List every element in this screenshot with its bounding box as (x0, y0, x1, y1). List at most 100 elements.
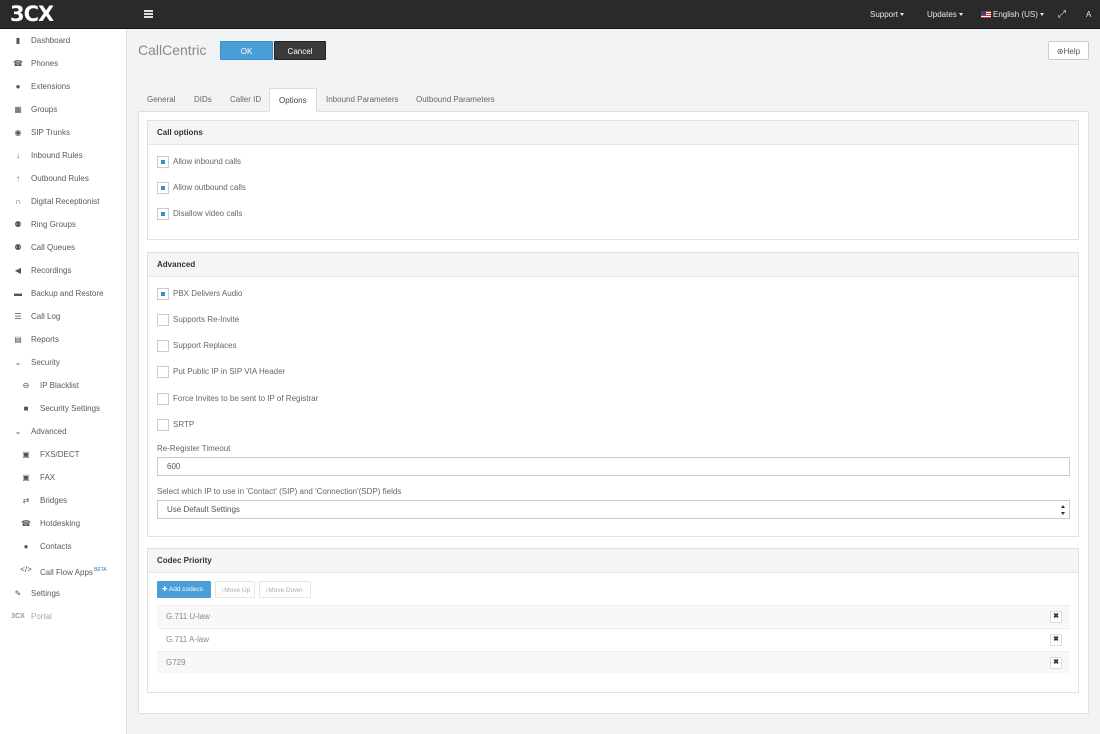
tab-dids[interactable]: DIDs (185, 88, 221, 112)
call-options-panel: Call options Allow inbound calls Allow o… (147, 120, 1079, 240)
tab-inbound-parameters[interactable]: Inbound Parameters (317, 88, 408, 112)
user-icon: ● (23, 542, 29, 551)
sidebar-item-call-queues[interactable]: ⚉ Call Queues (0, 237, 127, 259)
sidebar-item-digital-receptionist[interactable]: ∩ Digital Receptionist (0, 191, 127, 213)
ip-select-dropdown[interactable]: Use Default Settings (157, 500, 1070, 519)
sidebar-item-phones[interactable]: ☎ Phones (0, 53, 127, 75)
sidebar-item-security[interactable]: ⌄ Security (0, 352, 127, 374)
hamburger-menu-icon[interactable] (144, 10, 153, 18)
tab-caller-id[interactable]: Caller ID (221, 88, 270, 112)
tab-options[interactable]: Options (269, 88, 317, 112)
sidebar-item-outbound-rules[interactable]: ↑ Outbound Rules (0, 168, 127, 190)
reregister-timeout-label: Re-Register Timeout (157, 444, 231, 453)
checkbox[interactable] (157, 366, 169, 378)
users-icon: ⚉ (14, 243, 22, 252)
call-options-title: Call options (148, 121, 1078, 145)
headset-icon: ∩ (15, 197, 21, 206)
sidebar-item-contacts[interactable]: ● Contacts (0, 536, 127, 558)
checkbox[interactable] (157, 182, 169, 194)
user-menu[interactable]: A (1086, 10, 1091, 19)
caret-down-icon (1039, 13, 1044, 17)
cancel-button[interactable]: Cancel (274, 41, 326, 60)
language-menu[interactable]: English (US) (981, 10, 1044, 19)
delete-icon[interactable]: ✖ (1050, 657, 1062, 669)
move-down-button[interactable]: ↕Move Down (259, 581, 311, 598)
sidebar: ▮ Dashboard ☎ Phones ● Extensions ▦ Groups ◉… (0, 29, 127, 734)
delete-icon[interactable]: ✖ (1050, 611, 1062, 623)
sidebar-item-portal[interactable]: 3CX Portal (0, 606, 127, 628)
support-menu[interactable]: Support (870, 10, 905, 19)
delete-icon[interactable]: ✖ (1050, 634, 1062, 646)
move-up-button[interactable]: ↕Move Up (215, 581, 255, 598)
top-navbar: 3CX Support Updates English (US) ⤢ A (0, 0, 1100, 29)
checkbox[interactable] (157, 393, 169, 405)
sidebar-item-hotdesking[interactable]: ☎ Hotdesking (0, 513, 127, 535)
caret-down-icon (958, 13, 963, 17)
fax-icon: ▣ (22, 473, 30, 482)
help-icon: ⊛ (1056, 47, 1064, 56)
checkbox[interactable] (157, 288, 169, 300)
sidebar-item-ip-blacklist[interactable]: ⊖ IP Blacklist (0, 375, 127, 397)
advanced-title: Advanced (148, 253, 1078, 277)
folder-icon: ▬ (14, 289, 22, 298)
page-title: CallCentric (138, 42, 207, 58)
codec-row[interactable]: G.711 U-law ✖ (157, 605, 1070, 627)
codec-priority-title: Codec Priority (148, 549, 1078, 573)
fax-icon: ▣ (22, 450, 30, 459)
fullscreen-icon[interactable]: ⤢ (1058, 9, 1066, 20)
checkbox[interactable] (157, 208, 169, 220)
sidebar-item-bridges[interactable]: ⇄ Bridges (0, 490, 127, 512)
tab-general[interactable]: General (138, 88, 184, 112)
tab-outbound-parameters[interactable]: Outbound Parameters (407, 88, 504, 112)
sidebar-item-recordings[interactable]: ◀ Recordings (0, 260, 127, 282)
checkbox[interactable] (157, 314, 169, 326)
phone-icon: ☎ (13, 59, 23, 68)
sidebar-item-security-settings[interactable]: ■ Security Settings (0, 398, 127, 420)
advanced-panel: Advanced PBX Delivers Audio Supports Re-… (147, 252, 1079, 537)
caret-down-icon (900, 13, 905, 17)
sidebar-item-extensions[interactable]: ● Extensions (0, 76, 127, 98)
bar-chart-icon: ▮ (15, 36, 21, 45)
checkbox[interactable] (157, 340, 169, 352)
lock-icon: ■ (23, 404, 29, 413)
help-button[interactable]: ⊛Help (1048, 41, 1089, 60)
speaker-icon: ◀ (14, 266, 22, 275)
reregister-timeout-input[interactable]: 600 (157, 457, 1070, 476)
chevron-down-icon: ⌄ (14, 427, 22, 436)
updates-menu[interactable]: Updates (927, 10, 963, 19)
document-icon: ▤ (14, 335, 22, 344)
codec-row[interactable]: G.711 A-law ✖ (157, 628, 1070, 650)
sidebar-item-backup-and-restore[interactable]: ▬ Backup and Restore (0, 283, 127, 305)
globe-icon: ◉ (14, 128, 22, 137)
minus-circle-icon: ⊖ (22, 381, 30, 390)
sidebar-item-dashboard[interactable]: ▮ Dashboard (0, 30, 127, 52)
sidebar-item-reports[interactable]: ▤ Reports (0, 329, 127, 351)
ok-button[interactable]: OK (220, 41, 273, 60)
arrow-up-icon: ↑ (16, 174, 20, 183)
sidebar-item-fax[interactable]: ▣ FAX (0, 467, 127, 489)
sidebar-item-ring-groups[interactable]: ⚉ Ring Groups (0, 214, 127, 236)
codec-row[interactable]: G729 ✖ (157, 651, 1070, 673)
sidebar-item-call-log[interactable]: ☰ Call Log (0, 306, 127, 328)
grid-icon: ▦ (14, 105, 22, 114)
beta-badge: BETA (93, 567, 107, 573)
us-flag-icon (981, 11, 991, 18)
sidebar-item-advanced[interactable]: ⌄ Advanced (0, 421, 127, 443)
users-icon: ⚉ (14, 220, 22, 229)
select-arrows-icon (1061, 504, 1066, 516)
sidebar-item-sip-trunks[interactable]: ◉ SIP Trunks (0, 122, 127, 144)
ip-select-label: Select which IP to use in 'Contact' (SIP… (157, 487, 402, 496)
sidebar-item-groups[interactable]: ▦ Groups (0, 99, 127, 121)
exchange-icon: ⇄ (22, 496, 30, 505)
sidebar-item-inbound-rules[interactable]: ↓ Inbound Rules (0, 145, 127, 167)
chevron-down-icon: ⌄ (14, 358, 22, 367)
checkbox[interactable] (157, 419, 169, 431)
3cx-logo[interactable]: 3CX (10, 3, 54, 25)
sidebar-item-call-flow-apps[interactable]: </> Call Flow AppsBETA (0, 559, 127, 581)
list-icon: ☰ (14, 312, 22, 321)
sidebar-item-fxs-dect[interactable]: ▣ FXS/DECT (0, 444, 127, 466)
add-codecs-button[interactable]: ✚ Add codecs (157, 581, 211, 598)
checkbox[interactable] (157, 156, 169, 168)
sidebar-item-settings[interactable]: ✎ Settings (0, 583, 127, 605)
user-icon: ● (15, 82, 21, 91)
